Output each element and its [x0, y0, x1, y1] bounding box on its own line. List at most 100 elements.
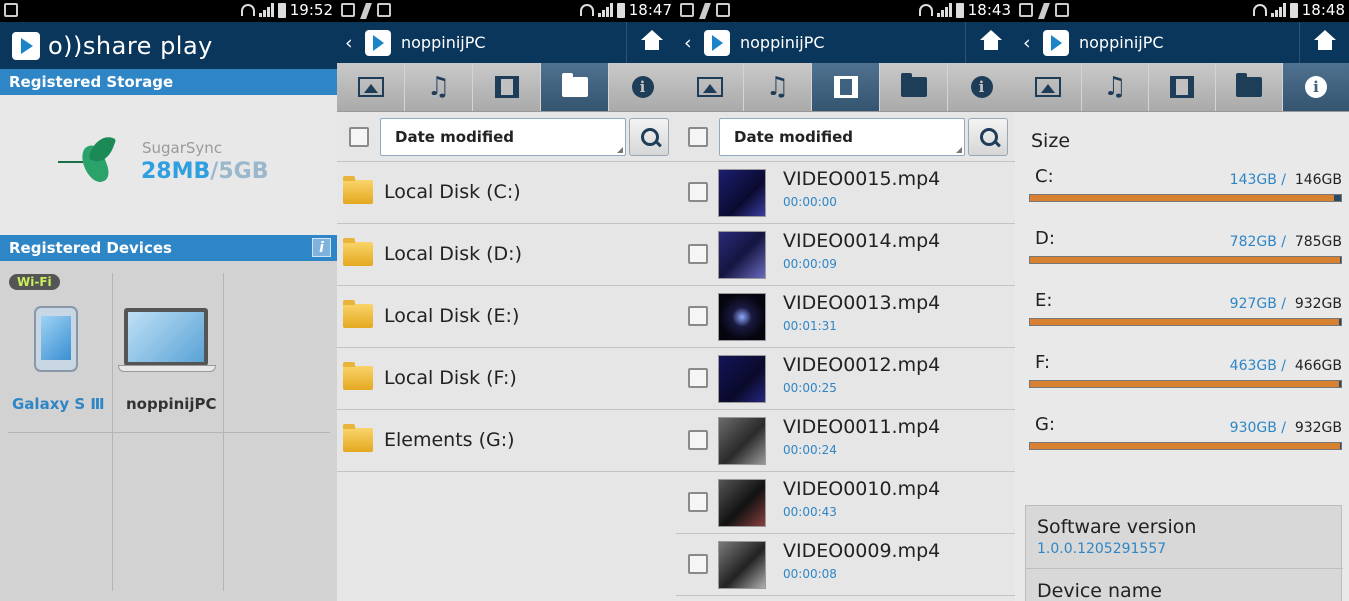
home-icon[interactable] [1299, 22, 1349, 63]
folder-row[interactable]: Local Disk (F:) [337, 348, 676, 410]
laptop-device-icon[interactable] [124, 308, 208, 366]
search-icon[interactable] [629, 118, 669, 156]
info-panel: Size C: 143GB / 146GB D: 782GB / 785GB E… [1015, 112, 1349, 601]
folder-icon [343, 238, 373, 266]
usb-notification-icon [361, 3, 371, 19]
drive-total: 466GB [1294, 358, 1342, 374]
drive-usage-bar [1029, 318, 1342, 326]
app-header: o))share play [0, 22, 337, 69]
info-icon[interactable]: i [312, 238, 331, 257]
video-checkbox[interactable] [688, 554, 708, 574]
video-row[interactable]: VIDEO0015.mp4 00:00:00 [676, 162, 1015, 224]
gallery-notification-icon [4, 3, 18, 17]
wifi-icon [240, 4, 255, 16]
back-chevron-icon[interactable]: ‹ [1023, 32, 1035, 54]
storage-usage: 28MB/5GB [141, 159, 269, 184]
search-icon[interactable] [968, 118, 1008, 156]
folder-label: Elements (G:) [384, 429, 515, 451]
sort-dropdown[interactable]: Date modified [380, 118, 626, 156]
home-icon[interactable] [626, 22, 676, 63]
folder-label: Local Disk (E:) [384, 305, 520, 327]
tab-photos[interactable] [337, 63, 405, 111]
video-checkbox[interactable] [688, 306, 708, 326]
folder-row[interactable]: Local Disk (C:) [337, 162, 676, 224]
video-thumbnail [718, 169, 766, 217]
video-row[interactable]: VIDEO0014.mp4 00:00:09 [676, 224, 1015, 286]
home-icon[interactable] [965, 22, 1015, 63]
video-duration: 00:00:25 [783, 381, 837, 395]
video-thumbnail [718, 417, 766, 465]
storage-item-sugarsync[interactable]: SugarSync 28MB/5GB [0, 95, 337, 235]
video-row[interactable]: VIDEO0011.mp4 00:00:24 [676, 410, 1015, 472]
back-chevron-icon[interactable]: ‹ [345, 32, 357, 54]
folder-row[interactable]: Local Disk (E:) [337, 286, 676, 348]
info-icon: i [631, 76, 654, 98]
drive-label: C: [1035, 166, 1054, 187]
back-chevron-icon[interactable]: ‹ [684, 32, 696, 54]
video-duration: 00:00:43 [783, 505, 837, 519]
tab-folders[interactable] [880, 63, 948, 111]
app-title: o))share play [48, 31, 213, 60]
image-notification-icon [1055, 3, 1069, 17]
video-thumbnail [718, 231, 766, 279]
tab-videos[interactable] [473, 63, 541, 111]
select-all-checkbox[interactable] [688, 127, 708, 147]
phone-device-icon[interactable] [34, 306, 78, 372]
usb-notification-icon [700, 3, 710, 19]
device-name-label: Device name [1037, 580, 1162, 601]
tab-music[interactable]: ♫ [1082, 63, 1149, 111]
folder-row[interactable]: Local Disk (D:) [337, 224, 676, 286]
device-label-galaxy[interactable]: Galaxy S Ⅲ [12, 395, 105, 413]
screen-header: ‹ noppinijPC [337, 22, 676, 63]
drive-label: G: [1035, 414, 1056, 435]
video-checkbox[interactable] [688, 368, 708, 388]
folder-icon [343, 176, 373, 204]
video-name: VIDEO0015.mp4 [783, 168, 941, 190]
tab-music[interactable]: ♫ [405, 63, 473, 111]
drive-usage-bar [1029, 380, 1342, 388]
tab-folders[interactable] [1216, 63, 1283, 111]
select-all-checkbox[interactable] [349, 127, 369, 147]
image-icon [357, 77, 384, 97]
video-name: VIDEO0012.mp4 [783, 354, 941, 376]
software-version-value: 1.0.0.1205291557 [1037, 541, 1167, 557]
device-label-pc[interactable]: noppinijPC [126, 395, 217, 413]
video-thumbnail [718, 355, 766, 403]
allshare-logo-icon [12, 31, 40, 60]
status-bar: 18:48 [1015, 0, 1349, 22]
video-row[interactable]: VIDEO0012.mp4 00:00:25 [676, 348, 1015, 410]
tab-music[interactable]: ♫ [744, 63, 812, 111]
battery-icon [277, 2, 286, 18]
video-checkbox[interactable] [688, 492, 708, 512]
film-icon [833, 76, 858, 98]
tab-info[interactable]: i [948, 63, 1015, 111]
video-row[interactable]: VIDEO0010.mp4 00:00:43 [676, 472, 1015, 534]
sort-dropdown[interactable]: Date modified [719, 118, 965, 156]
folder-row[interactable]: Elements (G:) [337, 410, 676, 472]
video-checkbox[interactable] [688, 430, 708, 450]
video-list-screen: 18:43 ‹ noppinijPC ♫ i Date modified VID… [676, 0, 1015, 601]
tab-folders[interactable] [541, 63, 609, 111]
clock: 18:43 [967, 1, 1011, 19]
tab-photos[interactable] [676, 63, 744, 111]
drive-label: F: [1035, 352, 1051, 373]
video-checkbox[interactable] [688, 182, 708, 202]
allshare-logo-icon[interactable] [704, 29, 730, 56]
drive-total: 146GB [1294, 172, 1342, 188]
gallery-notification-icon [341, 3, 355, 17]
tab-info[interactable]: i [1283, 63, 1349, 111]
tab-videos[interactable] [812, 63, 880, 111]
video-checkbox[interactable] [688, 244, 708, 264]
tab-photos[interactable] [1015, 63, 1082, 111]
drive-used: 143GB / [1229, 172, 1286, 188]
video-row[interactable]: VIDEO0013.mp4 00:01:31 [676, 286, 1015, 348]
music-note-icon: ♫ [1103, 72, 1127, 102]
tab-info[interactable]: i [609, 63, 676, 111]
allshare-logo-icon[interactable] [365, 29, 391, 56]
allshare-logo-icon[interactable] [1043, 29, 1069, 56]
video-row[interactable]: VIDEO0009.mp4 00:00:08 [676, 534, 1015, 596]
media-tabs: ♫ i [676, 63, 1015, 112]
tab-videos[interactable] [1149, 63, 1216, 111]
info-icon: i [970, 76, 993, 98]
video-thumbnail [718, 541, 766, 589]
